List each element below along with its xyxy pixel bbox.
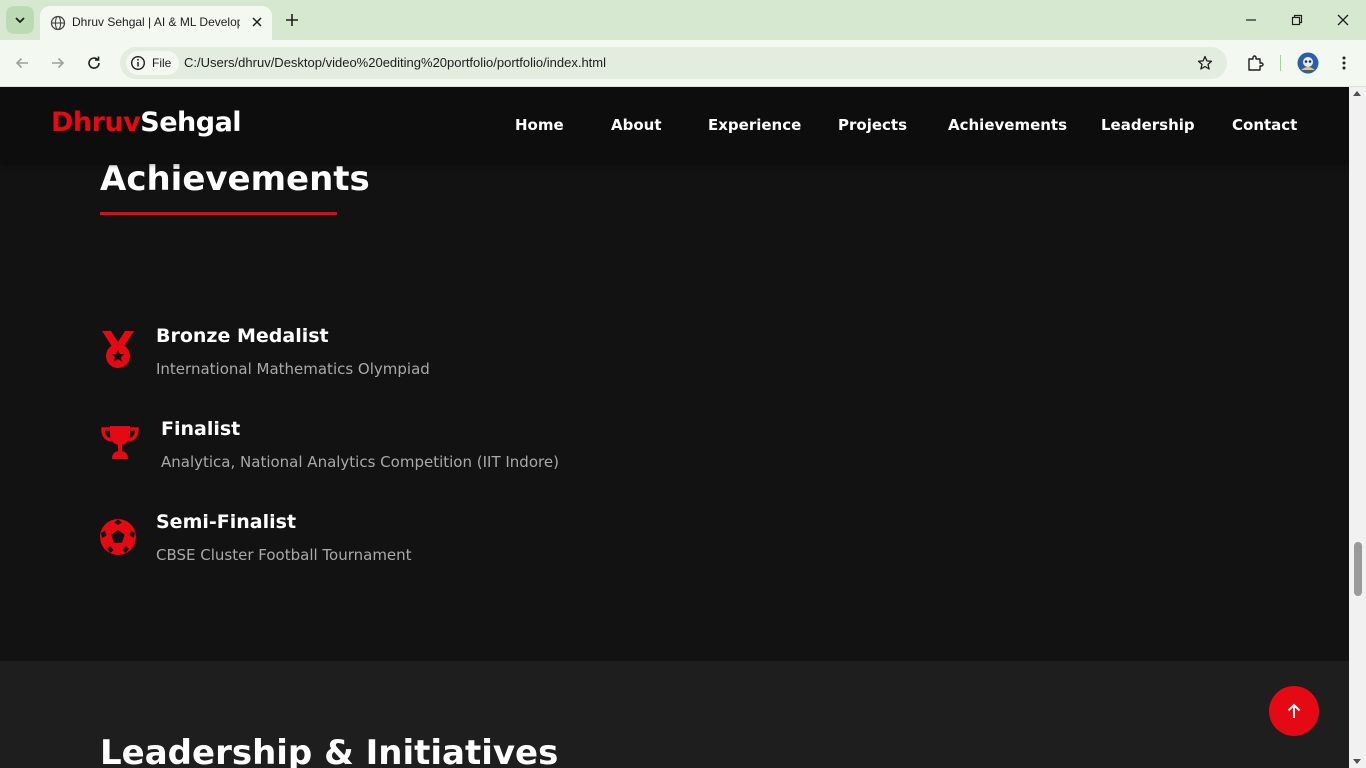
- arrow-left-icon: [15, 57, 28, 69]
- close-icon: [252, 17, 262, 27]
- puzzle-icon: [1248, 55, 1264, 71]
- browser-menu-button[interactable]: [1332, 51, 1356, 75]
- info-icon: [130, 55, 146, 71]
- heading-underline: [100, 212, 337, 215]
- star-icon: [1197, 55, 1213, 70]
- forward-button[interactable]: [46, 51, 70, 75]
- bookmark-button[interactable]: [1195, 53, 1215, 73]
- nav-link-about[interactable]: About: [611, 116, 662, 134]
- trophy-icon: [100, 423, 140, 463]
- close-icon: [1337, 14, 1349, 26]
- achievement-title: Bronze Medalist: [156, 325, 329, 347]
- page-scrollbar[interactable]: [1349, 87, 1366, 768]
- globe-icon: [50, 15, 66, 31]
- scroll-down-arrow[interactable]: [1353, 759, 1361, 764]
- new-tab-button[interactable]: [281, 9, 303, 31]
- plus-icon: [286, 14, 298, 26]
- achievements-heading: Achievements: [100, 159, 370, 199]
- nav-link-leadership[interactable]: Leadership: [1101, 116, 1195, 134]
- browser-toolbar: File C:/Users/dhruv/Desktop/video%20edit…: [0, 40, 1366, 87]
- address-bar[interactable]: File C:/Users/dhruv/Desktop/video%20edit…: [120, 47, 1227, 79]
- back-button[interactable]: [10, 51, 34, 75]
- reload-button[interactable]: [82, 51, 106, 75]
- nav-link-home[interactable]: Home: [515, 116, 564, 134]
- extensions-button[interactable]: [1243, 51, 1267, 75]
- close-window-button[interactable]: [1331, 8, 1355, 32]
- achievement-title: Semi-Finalist: [156, 511, 297, 533]
- logo-first-name: Dhruv: [51, 107, 141, 138]
- medal-icon: [98, 330, 138, 370]
- nav-link-achievements[interactable]: Achievements: [948, 116, 1067, 134]
- url-text: C:/Users/dhruv/Desktop/video%20editing%2…: [184, 55, 606, 70]
- nav-link-experience[interactable]: Experience: [708, 116, 801, 134]
- browser-tab-active[interactable]: Dhruv Sehgal | AI & ML Developer: [40, 6, 272, 40]
- site-chip-label: File: [152, 56, 172, 70]
- restore-button[interactable]: [1285, 8, 1309, 32]
- page-viewport: DhruvSehgal Home About Experience Projec…: [0, 87, 1349, 768]
- toolbar-separator: [1280, 55, 1281, 71]
- back-to-top-button[interactable]: [1269, 686, 1319, 736]
- football-icon: [98, 517, 138, 557]
- achievement-subtitle: International Mathematics Olympiad: [156, 360, 430, 378]
- more-vertical-icon: [1342, 56, 1346, 70]
- leadership-section: Leadership & Initiatives: [0, 661, 1349, 768]
- site-info-chip[interactable]: File: [126, 51, 180, 75]
- achievement-subtitle: Analytica, National Analytics Competitio…: [161, 453, 559, 471]
- logo-last-name: Sehgal: [140, 107, 242, 138]
- reload-icon: [88, 56, 100, 69]
- arrow-right-icon: [52, 57, 65, 69]
- tab-close-button[interactable]: [248, 13, 266, 31]
- nav-link-projects[interactable]: Projects: [838, 116, 907, 134]
- scroll-up-arrow[interactable]: [1353, 91, 1361, 96]
- browser-tab-strip: Dhruv Sehgal | AI & ML Developer: [0, 0, 1366, 40]
- site-logo[interactable]: DhruvSehgal: [51, 107, 242, 138]
- avatar: [1297, 52, 1319, 74]
- tab-search-button[interactable]: [6, 6, 34, 34]
- restore-icon: [1291, 14, 1303, 26]
- arrow-up-icon: [1287, 703, 1301, 718]
- achievement-title: Finalist: [161, 418, 241, 440]
- minimize-icon: [1246, 19, 1256, 21]
- site-navbar: DhruvSehgal Home About Experience Projec…: [0, 87, 1349, 162]
- achievement-subtitle: CBSE Cluster Football Tournament: [156, 546, 412, 564]
- leadership-heading: Leadership & Initiatives: [100, 733, 559, 768]
- tab-title: Dhruv Sehgal | AI & ML Developer: [72, 15, 240, 29]
- minimize-button[interactable]: [1239, 8, 1263, 32]
- scroll-thumb[interactable]: [1354, 542, 1362, 596]
- profile-avatar-button[interactable]: [1296, 51, 1320, 75]
- chevron-down-icon: [15, 17, 25, 24]
- nav-link-contact[interactable]: Contact: [1232, 116, 1297, 134]
